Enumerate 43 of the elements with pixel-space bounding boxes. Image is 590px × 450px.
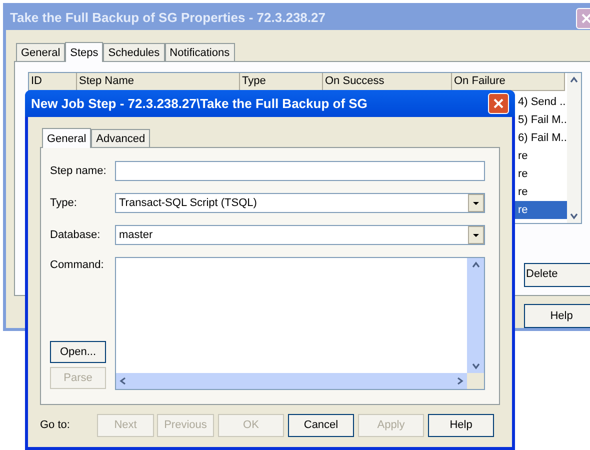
scroll-down-icon: [568, 210, 579, 221]
scroll-right-icon: [455, 376, 465, 386]
step-name-field[interactable]: [115, 161, 485, 181]
column-header[interactable]: Step Name: [77, 72, 240, 91]
help-button[interactable]: Help: [524, 304, 590, 328]
dropdown-value: master: [119, 228, 153, 243]
field-label: Command:: [50, 258, 105, 273]
field-label: Database:: [50, 228, 102, 243]
nav-button[interactable]: Help: [428, 414, 494, 437]
scroll-up-icon: [568, 74, 579, 85]
table-cell-text: 5) Fail M..: [518, 112, 567, 128]
goto-label: Go to:: [40, 418, 71, 434]
delete-button[interactable]: Delete: [524, 262, 590, 287]
scroll-down-icon: [470, 361, 480, 371]
field-label: Type:: [50, 196, 78, 211]
scroll-left-icon: [118, 376, 128, 386]
tab[interactable]: Schedules: [103, 42, 165, 61]
close-button[interactable]: [488, 93, 509, 114]
dropdown[interactable]: Transact-SQL Script (TSQL): [115, 193, 485, 213]
dropdown-value: Transact-SQL Script (TSQL): [119, 196, 257, 211]
scrollbar-corner: [467, 373, 484, 389]
field-label: Step name:: [50, 164, 108, 179]
tab[interactable]: Steps: [65, 42, 104, 62]
tab[interactable]: Notifications: [164, 42, 235, 61]
tab[interactable]: General: [16, 42, 66, 61]
scroll-up-icon: [470, 260, 480, 270]
command-button[interactable]: Open...: [50, 341, 106, 363]
dialog-title: New Job Step - 72.3.238.27\Take the Full Backup of SG: [31, 94, 368, 113]
tab[interactable]: General: [42, 128, 92, 148]
dropdown[interactable]: master: [115, 225, 485, 245]
tab[interactable]: Advanced: [91, 129, 150, 147]
column-header[interactable]: On Failure: [452, 72, 565, 91]
column-header[interactable]: ID: [29, 72, 77, 91]
table-cell-text: re: [518, 148, 528, 164]
table-cell-text: re: [518, 202, 528, 218]
close-icon: [581, 12, 590, 24]
column-header[interactable]: On Success: [323, 72, 452, 91]
table-cell-text: re: [518, 184, 528, 200]
column-header[interactable]: Type: [240, 72, 323, 91]
command-field[interactable]: [115, 257, 485, 390]
close-icon: [493, 98, 504, 109]
nav-button[interactable]: Cancel: [288, 414, 354, 437]
window-title: Take the Full Backup of SG Properties - 72.3.238.27: [10, 9, 326, 28]
